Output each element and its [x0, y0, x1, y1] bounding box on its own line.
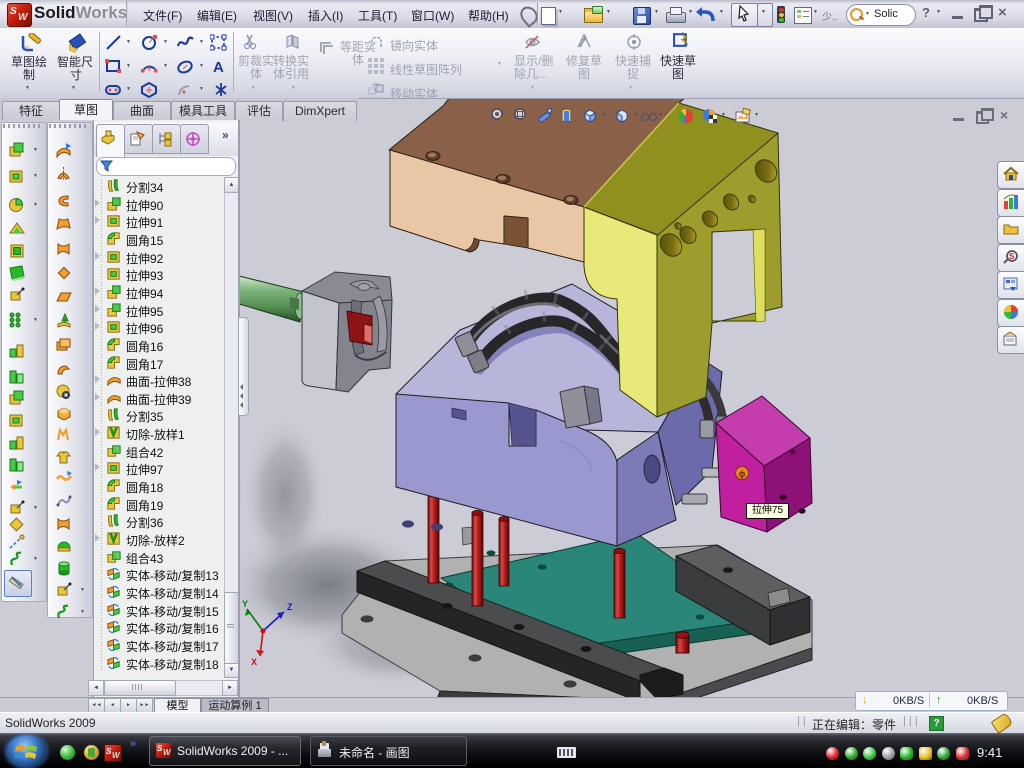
- svg-text:Y: Y: [242, 599, 248, 609]
- svg-text:Z: Z: [287, 602, 293, 612]
- svg-text:X: X: [251, 657, 257, 667]
- svg-text:S: S: [1009, 252, 1015, 261]
- svg-text:+: +: [582, 35, 587, 44]
- svg-text:A: A: [213, 59, 224, 75]
- svg-text:ϕ: ϕ: [739, 469, 746, 479]
